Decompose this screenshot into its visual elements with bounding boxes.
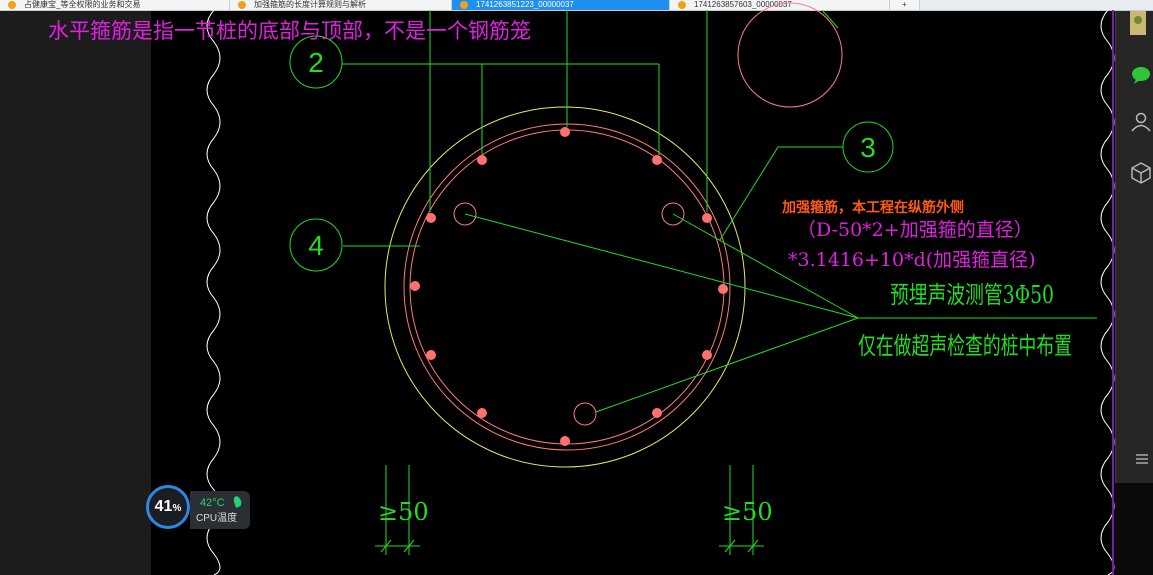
rebar-dot bbox=[426, 213, 436, 223]
dimension-right-label: ≥50 bbox=[722, 498, 773, 526]
rebar-dot bbox=[410, 281, 420, 291]
cpu-temperature-label: CPU温度 bbox=[196, 513, 238, 524]
callout-4: 4 bbox=[289, 218, 343, 272]
sonic-pipe-note: 仅在做超声检查的桩中布置 bbox=[858, 332, 1072, 360]
cpu-usage-unit: % bbox=[172, 503, 182, 514]
callout-2-label: 2 bbox=[308, 47, 324, 78]
rebar-dot bbox=[477, 155, 487, 165]
cpu-monitor-panel: 42°C CPU温度 bbox=[190, 491, 250, 529]
leader-line bbox=[821, 9, 839, 29]
pile-outline-circle bbox=[384, 106, 746, 468]
rebar-dot bbox=[560, 436, 570, 446]
callout-4-label: 4 bbox=[308, 230, 324, 261]
callout-2: 2 bbox=[289, 35, 343, 89]
rebar-dot bbox=[652, 155, 662, 165]
callout-3: 3 bbox=[842, 121, 894, 173]
sonic-pipe bbox=[573, 402, 597, 426]
formula-line-1: （D-50*2+加强箍的直径） bbox=[797, 219, 1033, 241]
cpu-usage-value: 41 bbox=[154, 498, 173, 515]
rebar-dot bbox=[702, 213, 712, 223]
cpu-temperature: 42°C bbox=[200, 497, 225, 509]
detail-circle bbox=[737, 2, 843, 108]
rebar-dot bbox=[560, 127, 570, 137]
sonic-pipe-label: 预埋声波测管3Φ50 bbox=[890, 281, 1054, 309]
stirrup-circle-inner bbox=[409, 129, 725, 445]
rebar-dot bbox=[477, 408, 487, 418]
dimension-left-label: ≥50 bbox=[378, 498, 429, 526]
callout-3-label: 3 bbox=[860, 132, 876, 163]
cpu-monitor-widget[interactable]: 42°C CPU温度 41% bbox=[146, 485, 250, 537]
formula-line-2: *3.1416+10*d(加强箍直径) bbox=[788, 249, 1036, 271]
rebar-dot bbox=[702, 350, 712, 360]
rebar-dot bbox=[718, 284, 728, 294]
leaf-icon bbox=[232, 495, 243, 508]
stirrup-position-note: 加强箍筋，本工程在纵筋外侧 bbox=[781, 199, 964, 216]
rebar-dot bbox=[426, 350, 436, 360]
rebar-dot bbox=[652, 408, 662, 418]
stirrup-circle-outer bbox=[403, 123, 731, 451]
header-note: 水平箍筋是指一节桩的底部与顶部，不是一个钢筋笼 bbox=[48, 19, 531, 43]
cpu-usage-ring: 41% bbox=[146, 485, 190, 529]
